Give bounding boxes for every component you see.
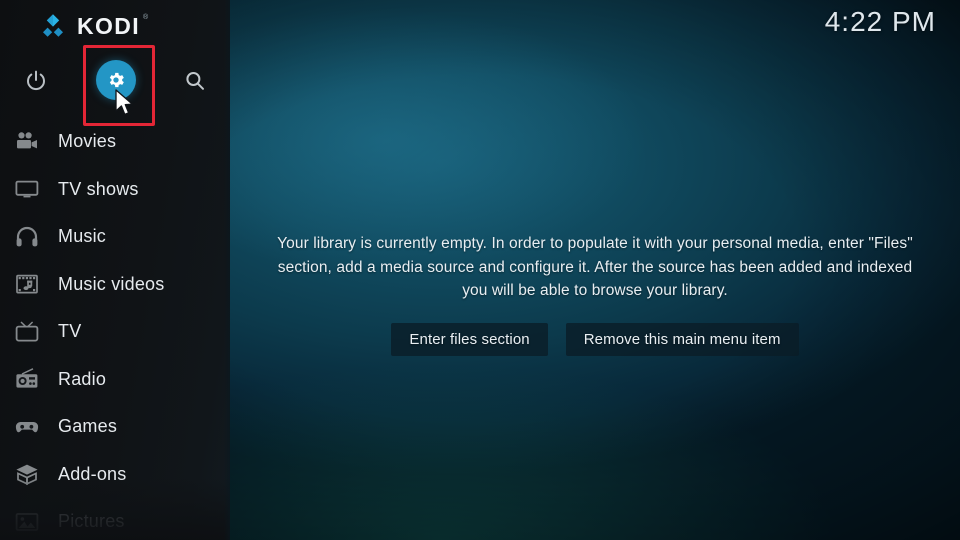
sidebar-item-radio[interactable]: Radio	[0, 356, 230, 404]
kodi-logo-icon	[43, 14, 63, 37]
radio-icon	[12, 364, 42, 394]
sidebar: KODI ® Movies TV shows Music Music video…	[0, 0, 230, 540]
retro-tv-icon	[12, 317, 42, 347]
sidebar-item-games[interactable]: Games	[0, 403, 230, 451]
movie-camera-icon	[12, 127, 42, 157]
enter-files-section-button[interactable]: Enter files section	[391, 322, 548, 356]
sidebar-item-label: Movies	[58, 131, 117, 152]
sidebar-item-label: Pictures	[58, 511, 125, 532]
sidebar-item-pictures[interactable]: Pictures	[0, 498, 230, 540]
addon-box-icon	[12, 459, 42, 489]
mouse-pointer-icon	[115, 89, 134, 116]
sidebar-item-label: Music videos	[58, 273, 165, 294]
trademark-symbol: ®	[142, 13, 149, 21]
sidebar-item-tv[interactable]: TV	[0, 308, 230, 356]
sidebar-item-label: Games	[58, 416, 118, 437]
power-icon[interactable]	[17, 62, 55, 100]
power-glyph	[27, 70, 45, 91]
gear-icon	[109, 72, 124, 88]
sidebar-item-tv-shows[interactable]: TV shows	[0, 166, 230, 214]
kodi-logo: KODI ®	[40, 12, 148, 39]
sidebar-item-label: TV	[58, 321, 82, 342]
kodi-wordmark: KODI ®	[77, 12, 148, 39]
action-button-row: Enter files section Remove this main men…	[391, 322, 799, 356]
sidebar-item-label: Music	[58, 226, 107, 247]
gamepad-icon	[12, 412, 42, 442]
kodi-home-screen: 4:22 PM Your library is currently empty.…	[0, 0, 960, 540]
headphones-icon	[12, 222, 42, 252]
main-content: Your library is currently empty. In orde…	[230, 0, 960, 540]
sidebar-item-add-ons[interactable]: Add-ons	[0, 451, 230, 499]
sidebar-item-music[interactable]: Music	[0, 213, 230, 261]
sidebar-item-label: Radio	[58, 368, 107, 389]
sidebar-item-movies[interactable]: Movies	[0, 118, 230, 166]
sidebar-item-label: TV shows	[58, 178, 139, 199]
kodi-wordmark-text: KODI	[77, 12, 141, 39]
main-menu: Movies TV shows Music Music videos TV Ra…	[0, 118, 230, 540]
search-icon[interactable]	[176, 62, 214, 100]
sidebar-item-music-videos[interactable]: Music videos	[0, 261, 230, 309]
empty-library-message: Your library is currently empty. In orde…	[277, 235, 913, 299]
magnifier-glyph	[186, 72, 204, 90]
sidebar-item-label: Add-ons	[58, 463, 127, 484]
tv-monitor-icon	[12, 174, 42, 204]
picture-frame-icon	[12, 507, 42, 537]
remove-main-menu-item-button[interactable]: Remove this main menu item	[565, 322, 799, 356]
film-music-icon	[12, 269, 42, 299]
